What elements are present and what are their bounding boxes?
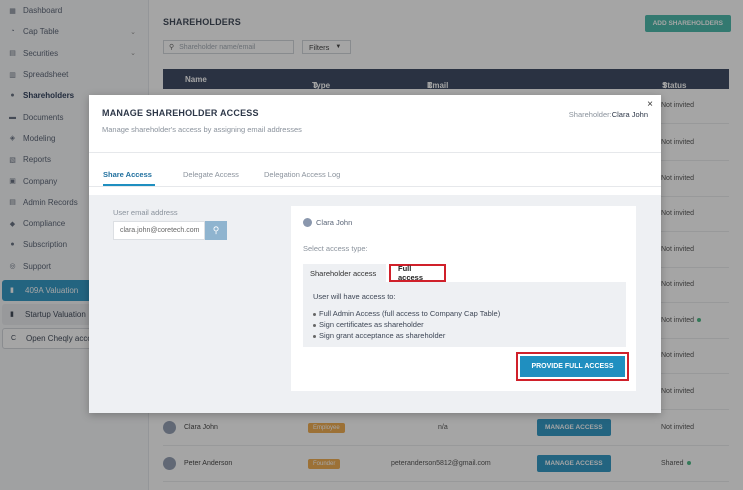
- tab-delegation-access-log[interactable]: Delegation Access Log: [264, 170, 340, 179]
- email-field[interactable]: clara.john@coretech.com: [113, 221, 205, 240]
- bullet-icon: [313, 334, 316, 338]
- shareholder-prefix: Shareholder:: [568, 110, 612, 119]
- email-search-button[interactable]: ⚲: [205, 221, 227, 240]
- list-item: Sign certificates as shareholder: [313, 319, 616, 330]
- tab-full-access[interactable]: Full access: [389, 264, 446, 282]
- list-item: Sign grant acceptance as shareholder: [313, 330, 616, 341]
- access-item-text: Sign certificates as shareholder: [319, 320, 424, 329]
- bullet-icon: [313, 323, 316, 327]
- access-card: Clara John Select access type: Sharehold…: [291, 206, 636, 391]
- email-label: User email address: [113, 208, 178, 217]
- modal-title: MANAGE SHAREHOLDER ACCESS: [102, 108, 259, 118]
- card-user-name: Clara John: [316, 218, 353, 227]
- tab-shareholder-access[interactable]: Shareholder access: [303, 264, 386, 282]
- provide-full-access-highlight: PROVIDE FULL ACCESS: [516, 352, 629, 381]
- modal-body: User email address clara.john@coretech.c…: [89, 195, 661, 413]
- tab-delegate-access[interactable]: Delegate Access: [183, 170, 239, 179]
- manage-access-modal: MANAGE SHAREHOLDER ACCESS Manage shareho…: [89, 95, 661, 413]
- list-item: Full Admin Access (full access to Compan…: [313, 308, 616, 319]
- access-item-text: Sign grant acceptance as shareholder: [319, 331, 446, 340]
- access-type-tabs: Shareholder access Full access: [303, 264, 626, 282]
- bullet-icon: [313, 312, 316, 316]
- select-access-label: Select access type:: [303, 244, 368, 253]
- close-icon[interactable]: ×: [647, 99, 653, 110]
- divider: [89, 186, 661, 187]
- access-intro: User will have access to:: [313, 292, 396, 301]
- modal-shareholder: Shareholder:Clara John: [569, 110, 648, 119]
- divider: [89, 152, 661, 153]
- shareholder-name: Clara John: [611, 110, 648, 119]
- access-item-text: Full Admin Access (full access to Compan…: [319, 309, 501, 318]
- modal-subtitle: Manage shareholder's access by assigning…: [102, 125, 302, 134]
- search-icon: ⚲: [212, 225, 220, 235]
- access-description: User will have access to: Full Admin Acc…: [303, 282, 626, 347]
- avatar: [303, 218, 312, 227]
- provide-full-access-button[interactable]: PROVIDE FULL ACCESS: [520, 356, 625, 377]
- tab-share-access[interactable]: Share Access: [103, 170, 152, 179]
- card-user: Clara John: [303, 218, 352, 227]
